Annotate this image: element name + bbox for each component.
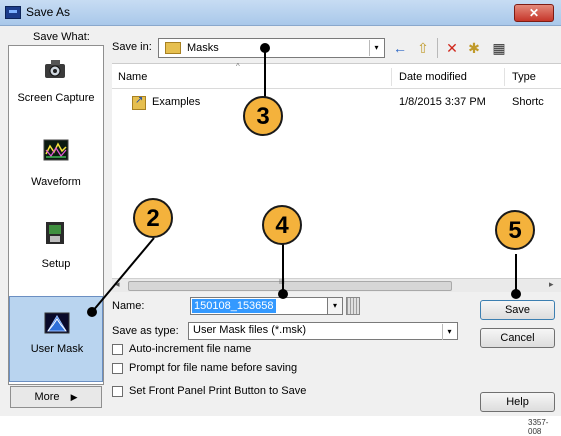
column-divider <box>391 68 392 86</box>
callout-4: 4 <box>262 205 302 245</box>
file-name-value: 150108_153658 <box>192 299 276 313</box>
waveform-icon <box>43 139 69 161</box>
column-header-type[interactable]: Type <box>512 68 536 86</box>
save-as-type-dropdown[interactable]: User Mask files (*.msk) ▾ <box>188 322 458 340</box>
list-item[interactable]: Examples 1/8/2015 3:37 PM Shortc <box>112 93 561 111</box>
scrollbar-thumb[interactable]: III <box>128 279 452 291</box>
waveform-label: Waveform <box>31 176 81 188</box>
column-divider <box>504 68 505 86</box>
checkbox-box[interactable] <box>112 386 123 397</box>
front-panel-print-label: Set Front Panel Print Button to Save <box>129 385 307 397</box>
scroll-left-icon[interactable]: ◂ <box>115 279 120 290</box>
name-label: Name: <box>112 300 145 312</box>
app-icon <box>5 6 21 19</box>
checkbox-box[interactable] <box>112 344 123 355</box>
file-date: 1/8/2015 3:37 PM <box>399 96 486 108</box>
callout-pointer-dot <box>260 43 270 53</box>
keypad-icon[interactable] <box>346 297 360 315</box>
help-button[interactable]: Help <box>480 392 555 412</box>
back-icon[interactable]: ← <box>392 39 408 57</box>
prompt-filename-label: Prompt for file name before saving <box>129 362 298 374</box>
toolbar-divider <box>437 38 438 58</box>
close-icon: ✕ <box>528 6 540 20</box>
window-title: Save As <box>26 5 71 19</box>
chevron-down-icon[interactable]: ▾ <box>442 324 456 340</box>
folder-icon <box>165 42 181 54</box>
view-menu-icon[interactable]: ▦ <box>488 39 510 57</box>
save-what-waveform[interactable]: Waveform <box>9 134 103 206</box>
user-mask-label: User Mask <box>30 343 84 355</box>
more-arrow-icon: ▶ <box>70 392 78 402</box>
screen-capture-label: Screen Capture <box>17 92 95 104</box>
callout-pointer-dot <box>87 307 97 317</box>
save-in-dropdown[interactable]: Masks ▾ <box>158 38 385 58</box>
user-mask-icon <box>44 312 70 334</box>
cancel-button[interactable]: Cancel <box>480 328 555 348</box>
save-what-setup[interactable]: Setup <box>9 216 103 288</box>
figure-number: 3357-008 <box>528 418 549 436</box>
save-in-label: Save in: <box>112 41 152 53</box>
save-what-screen-capture[interactable]: Screen Capture <box>9 52 103 124</box>
column-header-name[interactable]: Name <box>118 68 147 86</box>
delete-icon[interactable]: ✕ <box>443 39 461 57</box>
horizontal-scrollbar[interactable]: ◂ III ▸ <box>112 278 561 292</box>
close-button[interactable]: ✕ <box>514 4 554 22</box>
up-folder-icon[interactable]: ⇧ <box>414 39 432 57</box>
scroll-grip-icon: III <box>279 279 285 286</box>
callout-3: 3 <box>243 96 283 136</box>
checkbox-box[interactable] <box>112 363 123 374</box>
callout-5: 5 <box>495 210 535 250</box>
save-what-panel: Screen Capture Waveform Setup User Mask <box>8 45 104 385</box>
callout-pointer-dot <box>511 289 521 299</box>
file-name: Examples <box>152 96 201 108</box>
setup-label: Setup <box>41 258 71 270</box>
auto-increment-label: Auto-increment file name <box>129 343 252 355</box>
scroll-right-icon[interactable]: ▸ <box>549 279 554 290</box>
more-button[interactable]: More ▶ <box>10 386 102 408</box>
save-button[interactable]: Save <box>480 300 555 320</box>
front-panel-print-checkbox[interactable]: Set Front Panel Print Button to Save <box>112 385 372 399</box>
file-name-input[interactable]: 150108_153658 <box>190 297 328 315</box>
chevron-down-icon[interactable]: ▾ <box>369 40 383 56</box>
shortcut-folder-icon <box>132 95 146 110</box>
callout-2: 2 <box>133 198 173 238</box>
camera-icon <box>45 60 65 78</box>
title-bar: Save As ✕ <box>0 0 561 26</box>
chevron-down-icon[interactable]: ▾ <box>327 297 343 315</box>
more-label: More <box>34 391 60 403</box>
sort-indicator-icon: ^ <box>236 62 240 71</box>
auto-increment-checkbox[interactable]: Auto-increment file name <box>112 343 312 357</box>
file-list[interactable]: Name ^ Date modified Type Examples 1/8/2… <box>112 62 561 278</box>
column-header-date-modified[interactable]: Date modified <box>399 68 467 86</box>
save-as-type-value: User Mask files (*.msk) <box>193 324 307 336</box>
setup-icon <box>46 222 64 244</box>
prompt-filename-checkbox[interactable]: Prompt for file name before saving <box>112 362 352 376</box>
header-separator <box>112 88 561 89</box>
save-in-value: Masks <box>187 42 219 54</box>
file-type: Shortc <box>512 96 544 108</box>
callout-pointer-dot <box>278 289 288 299</box>
save-what-label: Save What: <box>33 31 90 43</box>
save-as-type-label: Save as type: <box>112 325 179 337</box>
new-folder-icon[interactable]: ✱ <box>464 39 484 57</box>
